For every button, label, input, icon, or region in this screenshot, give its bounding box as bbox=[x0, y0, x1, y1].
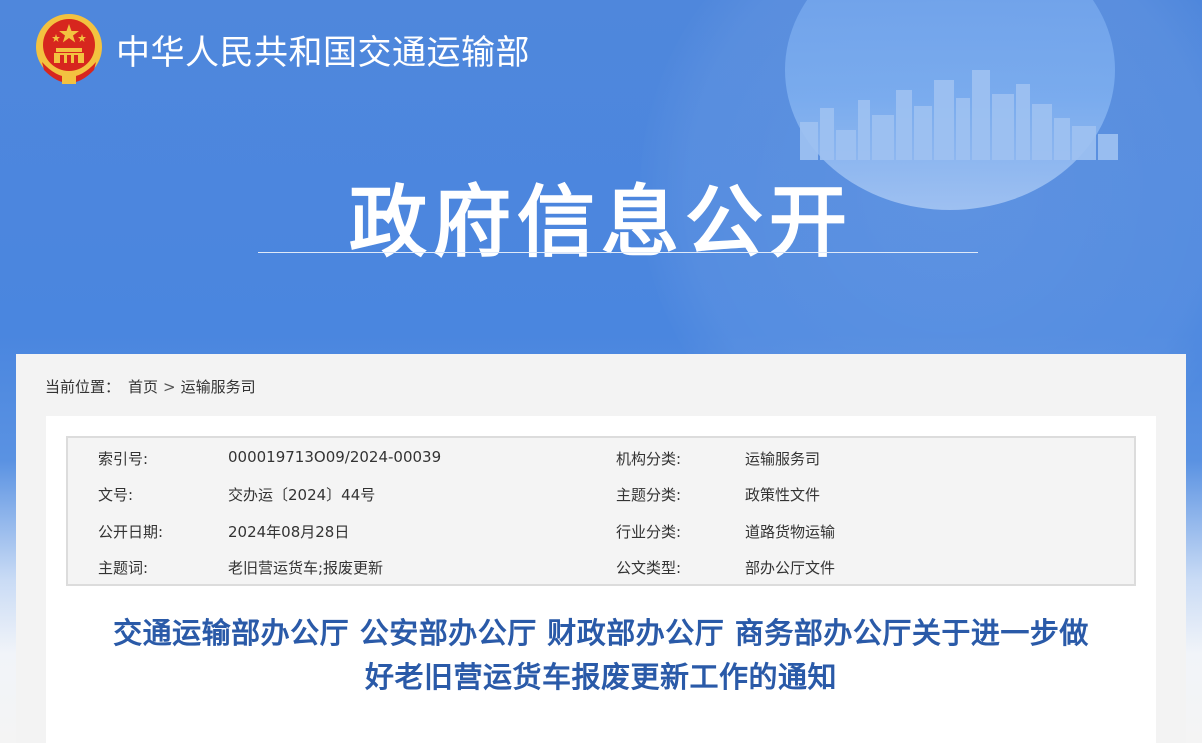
city-skyline-illustration bbox=[800, 70, 1118, 160]
national-emblem-icon[interactable] bbox=[34, 12, 104, 86]
breadcrumb: 当前位置： 首页 > 运输服务司 bbox=[45, 376, 256, 397]
document-title-line1: 交通运输部办公厅 公安部办公厅 财政部办公厅 商务部办公厅关于进一步做 bbox=[113, 616, 1089, 650]
meta-row: 主题词: 老旧营运货车;报废更新 公文类型: 部办公厅文件 bbox=[68, 557, 1134, 581]
meta-value: 部办公厅文件 bbox=[745, 559, 836, 577]
meta-value: 老旧营运货车;报废更新 bbox=[228, 559, 384, 577]
meta-label: 主题分类: bbox=[616, 486, 682, 504]
meta-value: 2024年08月28日 bbox=[228, 523, 350, 541]
meta-label: 索引号: bbox=[98, 450, 149, 468]
meta-value: 运输服务司 bbox=[745, 450, 821, 468]
meta-label: 行业分类: bbox=[616, 523, 682, 541]
meta-label: 公开日期: bbox=[98, 523, 164, 541]
document-panel: 索引号: 000019713O09/2024-00039 机构分类: 运输服务司… bbox=[46, 416, 1156, 743]
meta-label: 公文类型: bbox=[616, 559, 682, 577]
meta-row: 文号: 交办运〔2024〕44号 主题分类: 政策性文件 bbox=[68, 484, 1134, 508]
breadcrumb-home-link[interactable]: 首页 bbox=[128, 378, 158, 396]
breadcrumb-separator: > bbox=[163, 378, 176, 396]
document-title: 交通运输部办公厅 公安部办公厅 财政部办公厅 商务部办公厅关于进一步做 好老旧营… bbox=[46, 611, 1156, 699]
meta-label: 文号: bbox=[98, 486, 134, 504]
meta-value: 000019713O09/2024-00039 bbox=[228, 448, 442, 466]
document-metadata-table: 索引号: 000019713O09/2024-00039 机构分类: 运输服务司… bbox=[66, 436, 1136, 586]
breadcrumb-prefix: 当前位置： bbox=[45, 378, 121, 396]
page-hero-title: 政府信息公开 bbox=[348, 178, 853, 268]
meta-row: 索引号: 000019713O09/2024-00039 机构分类: 运输服务司 bbox=[68, 448, 1134, 472]
meta-label: 机构分类: bbox=[616, 450, 682, 468]
site-title[interactable]: 中华人民共和国交通运输部 bbox=[116, 25, 530, 74]
breadcrumb-current-link[interactable]: 运输服务司 bbox=[181, 378, 256, 396]
meta-value: 道路货物运输 bbox=[745, 523, 836, 541]
main-content: 当前位置： 首页 > 运输服务司 索引号: 000019713O09/2024-000… bbox=[16, 354, 1186, 743]
meta-value: 政策性文件 bbox=[745, 486, 821, 504]
document-title-line2: 好老旧营运货车报废更新工作的通知 bbox=[364, 660, 837, 694]
meta-row: 公开日期: 2024年08月28日 行业分类: 道路货物运输 bbox=[68, 521, 1134, 545]
meta-label: 主题词: bbox=[98, 559, 149, 577]
hero-divider bbox=[258, 252, 978, 253]
site-header: 中华人民共和国交通运输部 bbox=[34, 12, 530, 86]
meta-value: 交办运〔2024〕44号 bbox=[228, 486, 376, 504]
